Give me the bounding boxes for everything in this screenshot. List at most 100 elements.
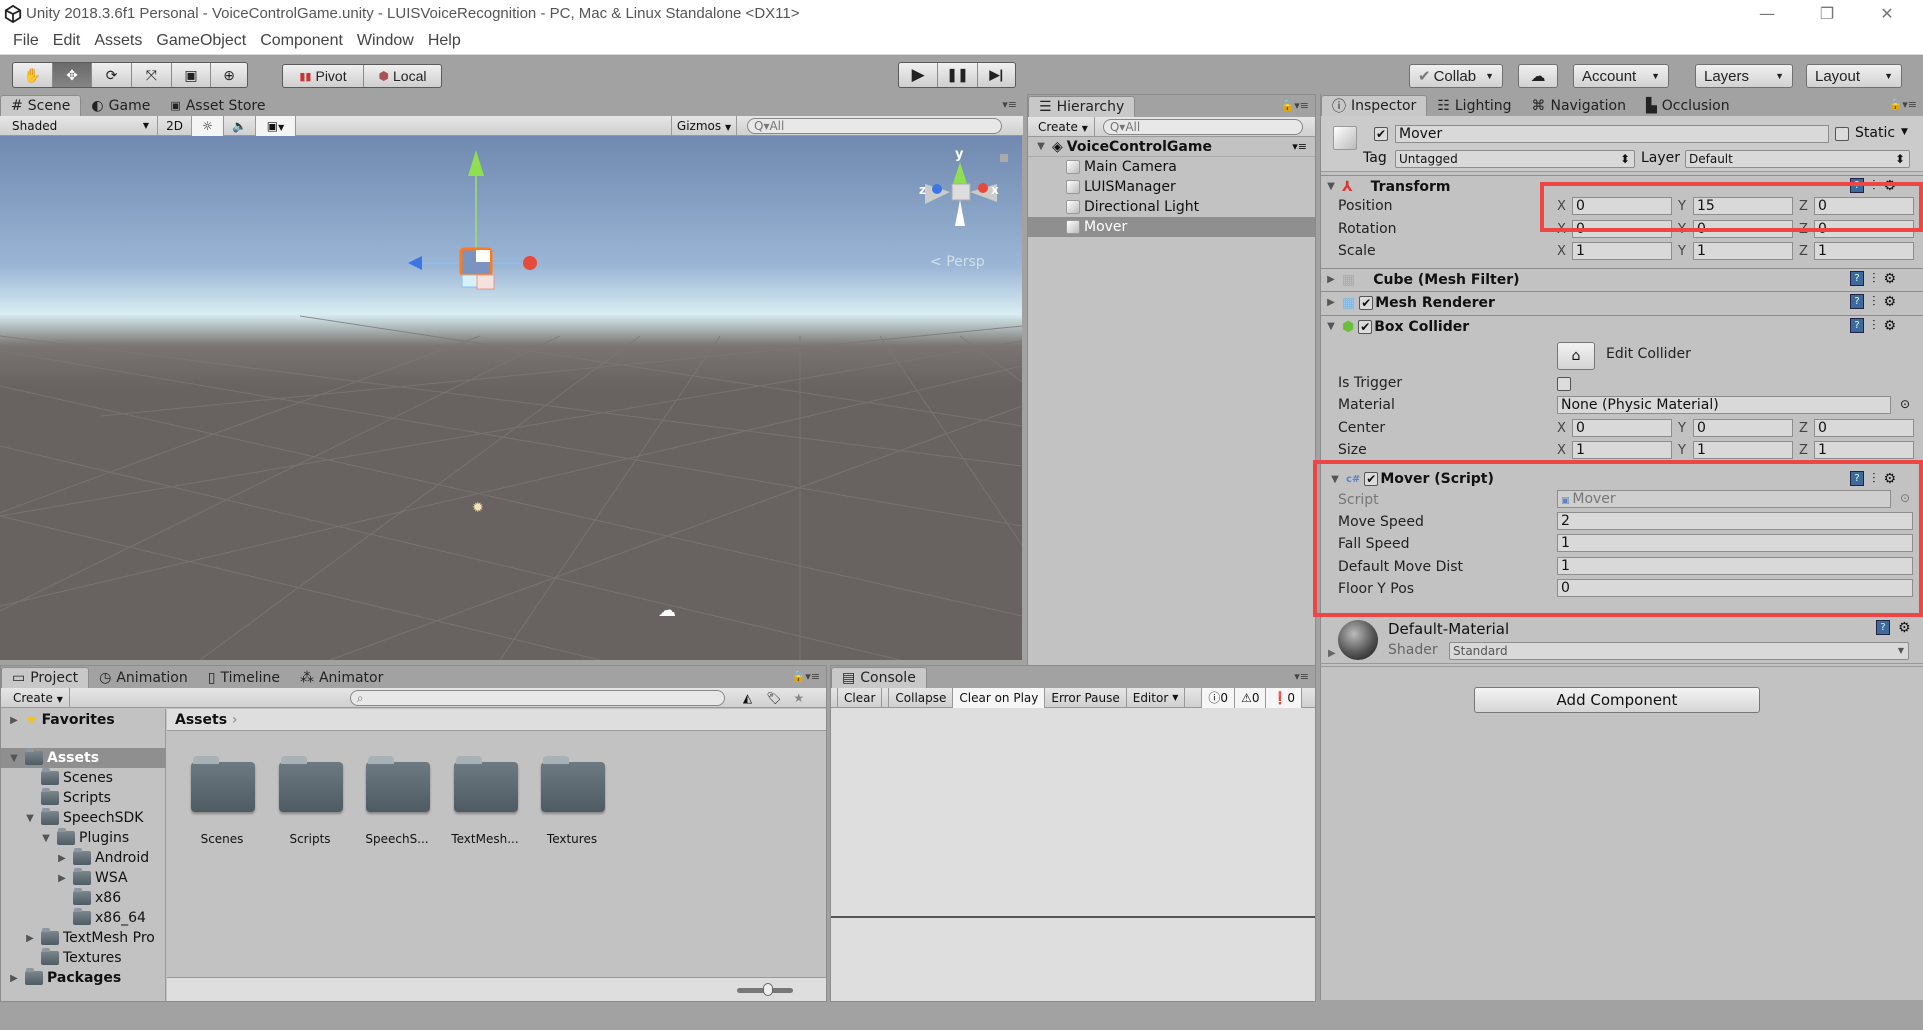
move-tool-button[interactable]: ✥ (52, 63, 93, 87)
folder-icon[interactable] (191, 756, 255, 812)
size-y-input[interactable]: 1 (1693, 441, 1793, 459)
help-icon[interactable]: ? (1876, 620, 1890, 635)
close-button[interactable]: ✕ (1865, 0, 1909, 30)
project-tree-item[interactable]: Scripts (1, 788, 166, 808)
clear-button[interactable]: Clear (837, 687, 883, 708)
hierarchy-item[interactable]: Directional Light (1028, 197, 1315, 217)
project-tree-item[interactable]: ▶ WSA (1, 868, 166, 888)
menu-assets[interactable]: Assets (87, 30, 149, 54)
folder-icon[interactable] (541, 756, 605, 812)
scene-viewport[interactable]: y z x < Persp ✹ ☁ (0, 136, 1022, 660)
folder-label[interactable]: SpeechS... (352, 832, 442, 846)
menu-help[interactable]: Help (421, 30, 468, 54)
slider-thumb[interactable] (763, 983, 773, 996)
center-x-input[interactable]: 0 (1572, 419, 1672, 437)
lighting-toggle[interactable]: ☼ (192, 115, 224, 136)
collapse-arrow-icon[interactable]: ▶ (1328, 648, 1336, 659)
static-checkbox[interactable] (1835, 127, 1849, 141)
edit-collider-button[interactable]: ⌂ (1557, 342, 1595, 370)
hierarchy-create-dropdown[interactable]: Create ▼ (1028, 116, 1095, 137)
favorites-item[interactable]: ▶ ★ Favorites (7, 712, 115, 728)
folder-icon[interactable] (366, 756, 430, 812)
error-filter-toggle[interactable]: ❗ 0 (1266, 687, 1303, 708)
z-cone[interactable] (932, 184, 942, 194)
rect-tool-button[interactable]: ▣ (172, 63, 212, 87)
y-axis-handle[interactable] (468, 150, 484, 176)
object-icon[interactable] (1333, 126, 1357, 150)
tab-game[interactable]: ◐ Game (81, 95, 160, 116)
tree-arrow-icon[interactable]: ▶ (23, 933, 37, 944)
preset-icon[interactable]: ⫶ (1872, 271, 1876, 287)
favorite-star-icon[interactable]: ★ (793, 691, 804, 705)
menu-edit[interactable]: Edit (46, 30, 88, 54)
help-icon[interactable]: ? (1850, 318, 1864, 333)
account-dropdown[interactable]: Account ▼ (1573, 64, 1669, 88)
static-dropdown-icon[interactable]: ▼ (1901, 127, 1908, 137)
folder-icon[interactable] (454, 756, 518, 812)
object-name-input[interactable]: Mover (1395, 125, 1829, 143)
preset-icon[interactable]: ⫶ (1872, 318, 1876, 334)
mesh-renderer-enabled-checkbox[interactable]: ✔ (1359, 295, 1374, 310)
gizmos-dropdown[interactable]: Gizmos ▼ (671, 115, 737, 136)
preset-icon[interactable]: ⫶ (1872, 294, 1876, 310)
center-y-input[interactable]: 0 (1693, 419, 1793, 437)
cloud-button[interactable]: ☁ (1518, 64, 1558, 88)
box-collider-header[interactable]: ▼ ⬢ ✔ Box Collider (1320, 315, 1923, 337)
minimize-button[interactable]: — (1745, 0, 1789, 30)
mesh-renderer-header[interactable]: ▶ ▦ ✔ Mesh Renderer (1320, 291, 1923, 313)
menu-component[interactable]: Component (253, 30, 350, 54)
tab-inspector[interactable]: ⓘ Inspector (1321, 95, 1428, 116)
2d-toggle[interactable]: 2D (158, 115, 192, 136)
menu-file[interactable]: File (6, 30, 46, 54)
perspective-label[interactable]: < Persp (930, 254, 985, 270)
scene-search-input[interactable]: Q▾All (747, 117, 1002, 134)
move-gizmo[interactable] (400, 146, 560, 306)
tree-arrow-icon[interactable]: ▼ (39, 833, 53, 844)
pivot-button[interactable]: ▮▮ Pivot (283, 65, 364, 87)
mesh-filter-header[interactable]: ▶ ▦ Cube (Mesh Filter) (1320, 268, 1923, 290)
scene-menu-icon[interactable]: ▾≡ (1292, 140, 1307, 153)
transform-tool-button[interactable]: ⊕ (211, 63, 247, 87)
x-cone[interactable] (978, 183, 988, 193)
y-cone[interactable] (953, 162, 967, 184)
filter-by-label-icon[interactable]: 🏷 (766, 691, 781, 705)
orientation-gizmo[interactable]: y z x (915, 136, 1015, 256)
tree-arrow-icon[interactable]: ▶ (7, 973, 21, 984)
tab-animator[interactable]: ⁂ Animator (290, 667, 393, 688)
tab-asset-store[interactable]: ▣ Asset Store (160, 95, 275, 116)
shading-mode-dropdown[interactable]: Shaded ▼ (0, 115, 158, 136)
tab-navigation[interactable]: ⌘ Navigation (1521, 95, 1636, 116)
project-tree-item[interactable]: ▼ SpeechSDK (1, 808, 166, 828)
tab-hierarchy[interactable]: ☰ Hierarchy (1028, 96, 1136, 117)
scale-y-input[interactable]: 1 (1693, 242, 1793, 260)
tab-animation[interactable]: ◷ Animation (89, 667, 198, 688)
project-tree-item[interactable]: Scenes (1, 768, 166, 788)
scale-z-input[interactable]: 1 (1814, 242, 1914, 260)
add-component-button[interactable]: Add Component (1474, 687, 1760, 713)
tab-project[interactable]: ▭ Project (1, 667, 90, 688)
collapse-button[interactable]: Collapse (888, 687, 954, 708)
warning-filter-toggle[interactable]: ⚠ 0 (1235, 687, 1267, 708)
tab-timeline[interactable]: ▯ Timeline (198, 667, 290, 688)
layers-dropdown[interactable]: Layers ▼ (1695, 64, 1793, 88)
rotate-tool-button[interactable]: ⟳ (92, 63, 132, 87)
project-create-dropdown[interactable]: Create ▼ (1, 687, 70, 708)
light-icon[interactable]: ✹ (472, 500, 484, 516)
help-icon[interactable]: ? (1850, 271, 1864, 286)
audio-toggle[interactable]: 🔈 (224, 115, 256, 136)
editor-dropdown[interactable]: Editor ▼ (1127, 687, 1186, 708)
filter-by-type-icon[interactable]: ◭ (743, 691, 752, 705)
active-checkbox[interactable]: ✔ (1374, 127, 1388, 141)
lock-menu-icon[interactable]: 🔒▾≡ (1281, 99, 1309, 112)
project-tree-item[interactable]: x86 (1, 888, 166, 908)
lock-menu-icon[interactable]: 🔒▾≡ (792, 670, 820, 683)
gear-icon[interactable]: ⚙ (1884, 294, 1897, 310)
project-tree-item[interactable]: ▶ TextMesh Pro (1, 928, 166, 948)
breadcrumb-assets[interactable]: Assets (175, 712, 227, 728)
tag-dropdown[interactable]: Untagged ⬍ (1395, 150, 1635, 168)
hierarchy-search-input[interactable]: Q▾All (1102, 118, 1303, 135)
size-x-input[interactable]: 1 (1572, 441, 1672, 459)
panel-menu-icon[interactable]: ▾≡ (1002, 98, 1017, 111)
folder-label[interactable]: Scripts (265, 832, 355, 846)
tree-arrow-icon[interactable]: ▼ (23, 813, 37, 824)
